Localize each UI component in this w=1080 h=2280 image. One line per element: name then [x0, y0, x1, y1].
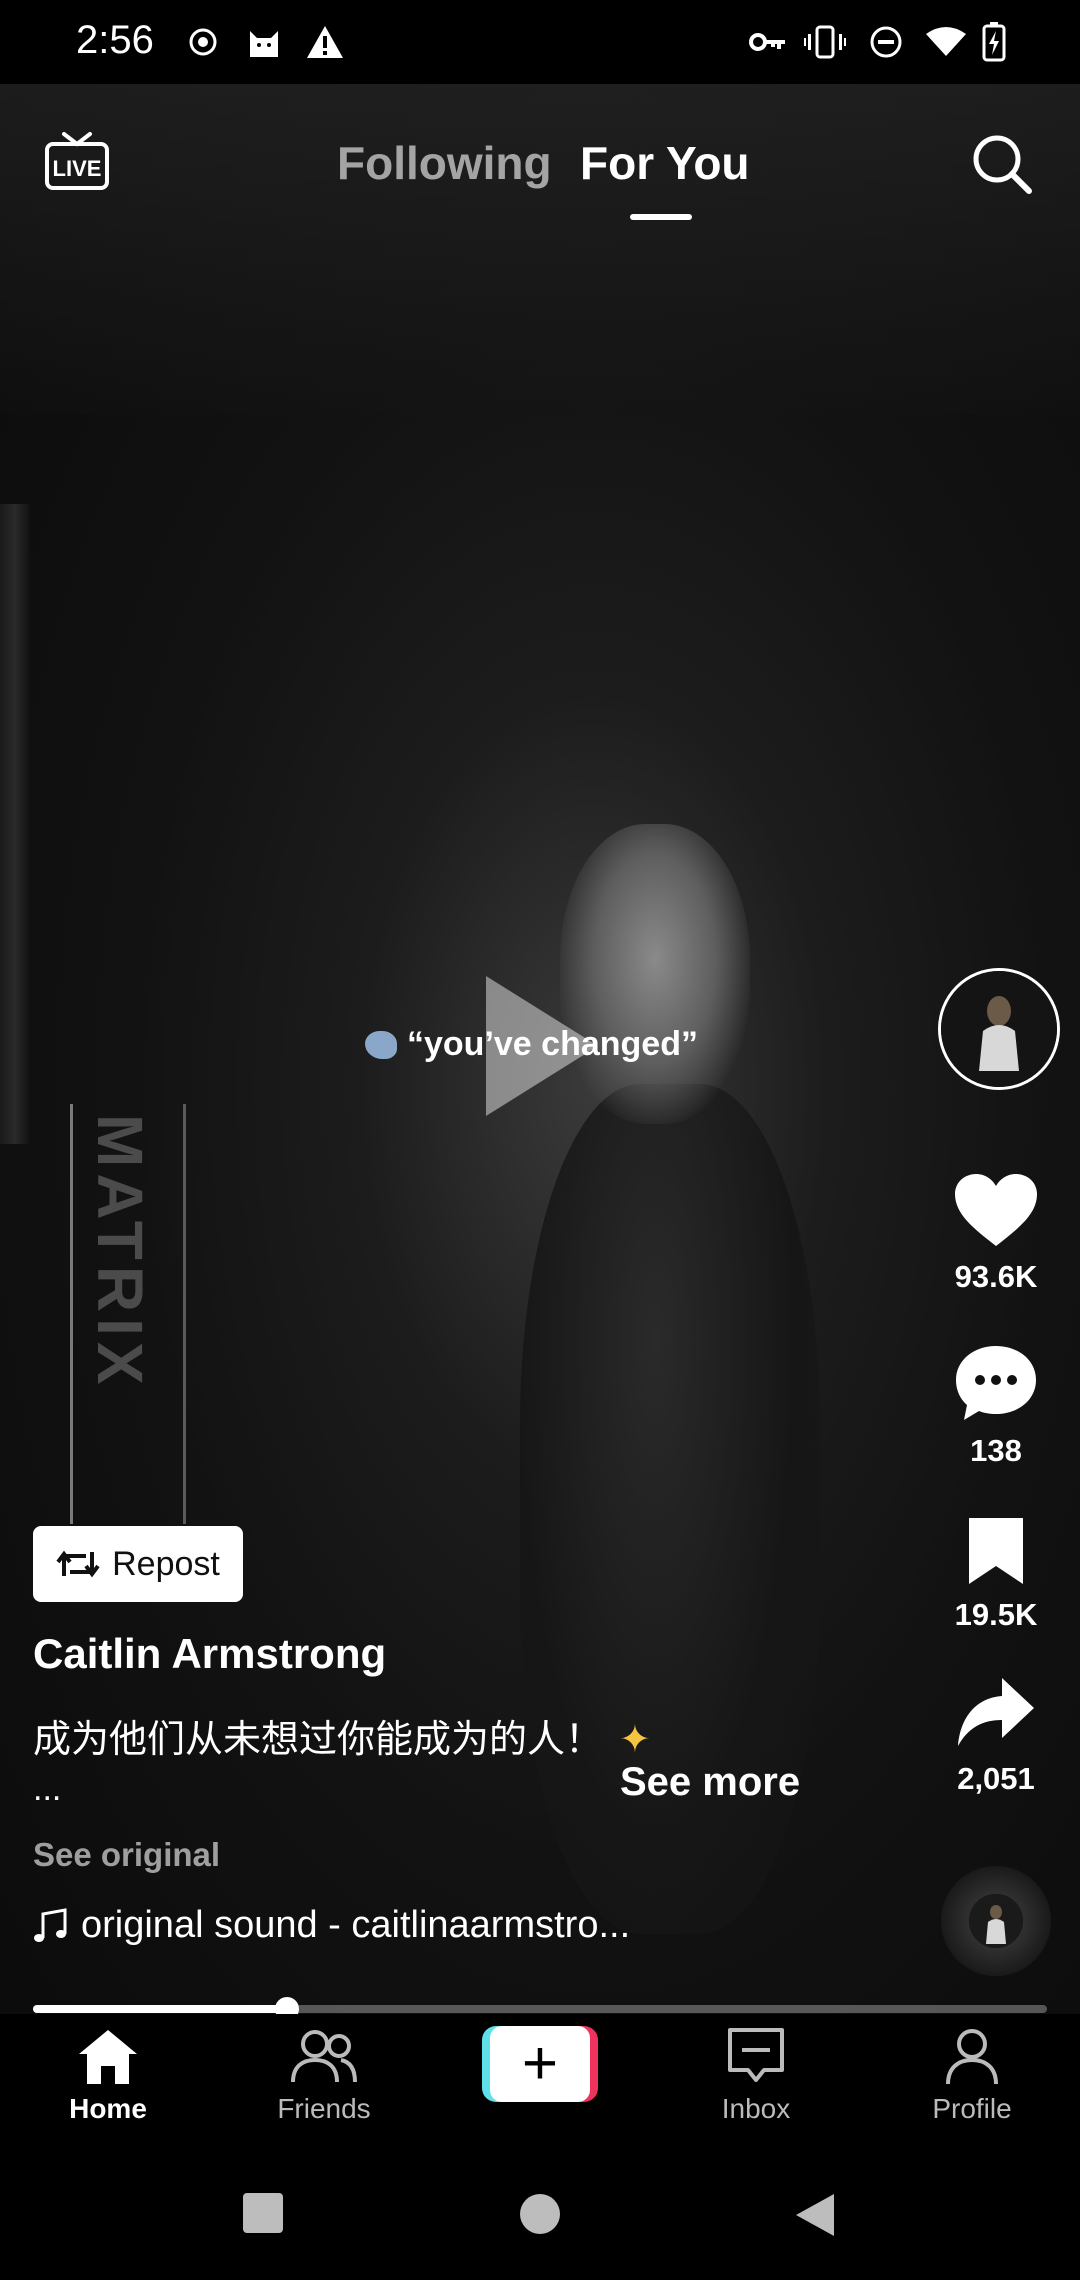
- status-time: 2:56: [76, 18, 154, 62]
- comment-count: 138: [970, 1433, 1022, 1468]
- key-icon: [748, 20, 788, 64]
- inbox-icon: [728, 2028, 784, 2082]
- back-triangle-icon: [796, 2194, 834, 2236]
- status-bar: 2:56: [0, 0, 1080, 84]
- video-sign: MATRIX: [70, 1104, 186, 1524]
- music-disc[interactable]: [941, 1866, 1051, 1976]
- comment-button[interactable]: 138: [940, 1344, 1052, 1469]
- repost-icon: [56, 1550, 100, 1578]
- video-caption-text: “you’ve changed”: [407, 1025, 698, 1063]
- tab-for-you[interactable]: For You: [580, 136, 750, 190]
- warning-icon: [304, 20, 346, 64]
- nav-profile[interactable]: Profile: [882, 2026, 1062, 2125]
- bottom-nav: Home Friends + Inbox Profile: [0, 2014, 1080, 2150]
- search-icon: [973, 135, 1032, 194]
- home-icon: [79, 2030, 137, 2084]
- post-description: 成为他们从未想过你能成为的人！ ✦: [33, 1708, 651, 1763]
- bookmark-icon: [969, 1518, 1023, 1584]
- video-backdrop: [0, 84, 1080, 414]
- video-sign-text: MATRIX: [84, 1114, 156, 1391]
- video-progress-bar[interactable]: [33, 1997, 1047, 2021]
- nav-friends[interactable]: Friends: [234, 2026, 414, 2125]
- profile-icon: [946, 2029, 998, 2085]
- back-button[interactable]: [794, 2192, 836, 2243]
- like-button[interactable]: 93.6K: [940, 1172, 1052, 1295]
- nav-inbox-label: Inbox: [721, 2093, 791, 2124]
- nav-home-label: Home: [69, 2093, 147, 2124]
- avatar: [941, 971, 1057, 1087]
- like-count: 93.6K: [954, 1259, 1038, 1294]
- vibrate-icon: [804, 20, 846, 64]
- wifi-icon: [924, 20, 968, 64]
- live-icon: LIVE: [45, 132, 109, 190]
- music-disc-cover: [969, 1894, 1023, 1948]
- music-note-icon: [34, 1907, 67, 1942]
- sound-link[interactable]: original sound - caitlinaarmstro...: [33, 1904, 630, 1947]
- progress-fill: [33, 2005, 287, 2013]
- recents-button[interactable]: [242, 2192, 284, 2239]
- friends-icon: [291, 2030, 357, 2083]
- repost-label: Repost: [112, 1544, 220, 1583]
- video-figure-body: [520, 1084, 820, 1934]
- do-not-disturb-icon: [868, 20, 904, 64]
- speaking-head-icon: [365, 1030, 397, 1059]
- record-icon: [186, 20, 220, 64]
- video-caption: “you’ve changed”: [365, 1025, 698, 1064]
- share-icon: [958, 1678, 1034, 1746]
- home-system-button[interactable]: [518, 2192, 562, 2241]
- live-button[interactable]: LIVE: [44, 130, 110, 192]
- save-button[interactable]: 19.5K: [940, 1516, 1052, 1633]
- search-button[interactable]: [970, 132, 1034, 196]
- share-count: 2,051: [957, 1761, 1035, 1796]
- see-original-link[interactable]: See original: [33, 1836, 220, 1874]
- nav-profile-label: Profile: [932, 2093, 1012, 2124]
- plus-icon: +: [490, 2026, 590, 2102]
- comment-icon: [956, 1346, 1036, 1420]
- share-button[interactable]: 2,051: [940, 1676, 1052, 1797]
- battery-charging-icon: [980, 20, 1008, 64]
- system-nav-bar: [0, 2150, 1080, 2280]
- creator-username[interactable]: Caitlin Armstrong: [33, 1630, 386, 1678]
- square-icon: [243, 2193, 283, 2233]
- sound-title: original sound - caitlinaarmstro...: [81, 1904, 631, 1946]
- creator-avatar[interactable]: [938, 968, 1060, 1090]
- see-more-link[interactable]: See more: [620, 1760, 800, 1805]
- nav-home[interactable]: Home: [18, 2026, 198, 2125]
- repost-button[interactable]: Repost: [33, 1526, 243, 1602]
- create-button[interactable]: +: [482, 2026, 598, 2102]
- heart-icon: [955, 1174, 1037, 1246]
- tab-following[interactable]: Following: [337, 136, 552, 190]
- cat-icon: [244, 20, 284, 64]
- circle-icon: [520, 2194, 560, 2234]
- video-pillar: [0, 504, 30, 1144]
- nav-friends-label: Friends: [277, 2093, 371, 2124]
- sparkles-icon: ✦: [619, 1719, 651, 1761]
- nav-inbox[interactable]: Inbox: [666, 2026, 846, 2125]
- description-ellipsis: ...: [33, 1770, 62, 1808]
- post-description-text: 成为他们从未想过你能成为的人！: [33, 1719, 604, 1761]
- live-label: LIVE: [53, 156, 102, 181]
- save-count: 19.5K: [954, 1597, 1038, 1632]
- tab-active-indicator: [630, 214, 692, 220]
